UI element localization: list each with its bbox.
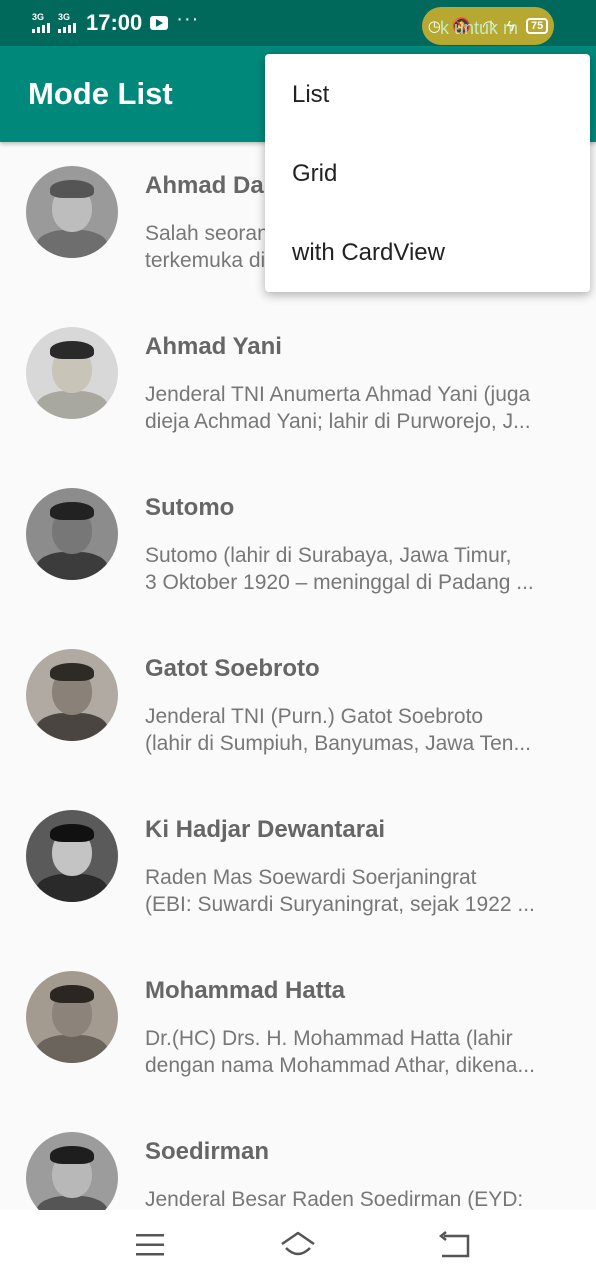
back-icon[interactable] bbox=[434, 1228, 474, 1262]
page-title: Mode List bbox=[28, 76, 173, 111]
clock: 17:00 bbox=[86, 10, 143, 35]
list-item[interactable]: Gatot Soebroto Jenderal TNI (Purn.) Gato… bbox=[0, 625, 596, 785]
hero-description: Dr.(HC) Drs. H. Mohammad Hatta (lahir den… bbox=[145, 1027, 535, 1077]
hero-name: Mohammad Hatta bbox=[145, 977, 346, 1004]
home-icon[interactable] bbox=[278, 1228, 318, 1262]
more-notifications-icon: ··· bbox=[176, 7, 200, 30]
alarm-icon: ◷ bbox=[427, 18, 441, 35]
hero-name: Gatot Soebroto bbox=[145, 655, 320, 682]
avatar bbox=[26, 810, 118, 902]
menu-item-list[interactable]: List bbox=[292, 81, 329, 109]
status-bar: 3G 3G 17:00 ··· ◷ 🔕 ◠ ϟ 75 k untuk m bbox=[0, 0, 596, 46]
hero-description: Jenderal TNI Anumerta Ahmad Yani (juga di… bbox=[145, 383, 531, 433]
hero-name: Sutomo bbox=[145, 494, 235, 521]
menu-item-grid[interactable]: Grid bbox=[292, 160, 337, 188]
network-type-2: 3G bbox=[58, 12, 71, 22]
battery-icon: 75 bbox=[526, 18, 549, 34]
avatar bbox=[26, 166, 118, 258]
overflow-menu: List Grid with CardView bbox=[265, 54, 590, 292]
list-item[interactable]: Ahmad Yani Jenderal TNI Anumerta Ahmad Y… bbox=[0, 303, 596, 463]
avatar bbox=[26, 649, 118, 741]
signal-icon-2: 3G bbox=[58, 13, 76, 33]
overlay-text: k untuk m bbox=[440, 18, 519, 38]
avatar bbox=[26, 971, 118, 1063]
hero-list[interactable]: Ahmad Dahlan Salah seorang ulama dan kha… bbox=[0, 142, 596, 1210]
list-item[interactable]: Ki Hadjar Dewantarai Raden Mas Soewardi … bbox=[0, 786, 596, 946]
hero-description: Raden Mas Soewardi Soerjaningrat (EBI: Su… bbox=[145, 866, 535, 916]
list-item[interactable]: Sutomo Sutomo (lahir di Surabaya, Jawa T… bbox=[0, 464, 596, 624]
network-type-1: 3G bbox=[32, 12, 45, 22]
hero-name: Ki Hadjar Dewantarai bbox=[145, 816, 386, 843]
navigation-bar bbox=[0, 1210, 596, 1280]
signal-icon: 3G bbox=[32, 13, 50, 33]
hero-description: Sutomo (lahir di Surabaya, Jawa Timur, 3 … bbox=[145, 544, 534, 594]
hero-description: Jenderal TNI (Purn.) Gatot Soebroto (lahi… bbox=[145, 705, 531, 755]
menu-item-cardview[interactable]: with CardView bbox=[292, 239, 445, 267]
hero-name: Ahmad Yani bbox=[145, 333, 282, 360]
list-item[interactable]: Mohammad Hatta Dr.(HC) Drs. H. Mohammad … bbox=[0, 947, 596, 1107]
avatar bbox=[26, 327, 118, 419]
menu-icon[interactable] bbox=[130, 1228, 170, 1262]
hero-description: Jenderal Besar Raden Soedirman (EYD: bbox=[145, 1188, 524, 1210]
hero-name: Soedirman bbox=[145, 1138, 270, 1165]
list-item[interactable]: Soedirman Jenderal Besar Raden Soedirman… bbox=[0, 1108, 596, 1210]
avatar bbox=[26, 1132, 118, 1210]
status-left: 3G 3G 17:00 ··· bbox=[32, 7, 200, 36]
avatar bbox=[26, 488, 118, 580]
youtube-notification-icon bbox=[150, 16, 169, 30]
